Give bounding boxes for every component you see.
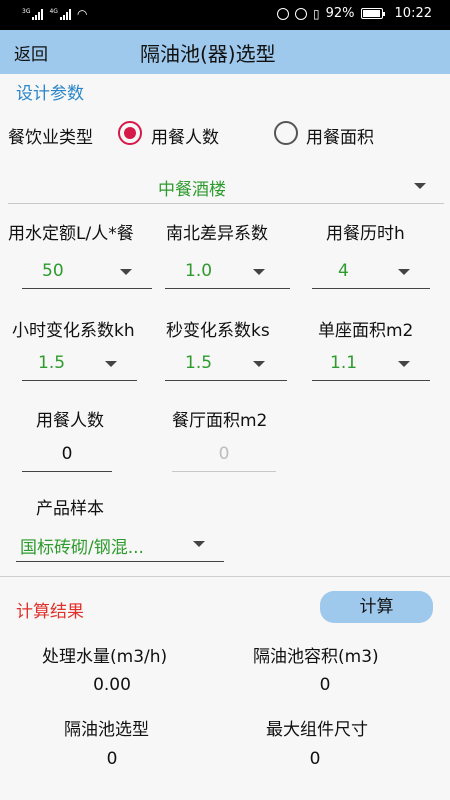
- signal-3g-icon: 3G: [22, 8, 44, 20]
- section-divider: [0, 576, 450, 577]
- restaurant-type-select[interactable]: 中餐酒楼: [8, 170, 444, 204]
- model-label: 隔油池选型: [64, 720, 149, 740]
- seat-area-label: 单座面积m2: [318, 321, 414, 341]
- hourly-coeff-select[interactable]: 1.5: [22, 350, 137, 382]
- radio-area[interactable]: [274, 121, 298, 145]
- ns-coeff-label: 南北差异系数: [166, 224, 268, 244]
- dining-hours-label: 用餐历时h: [326, 224, 405, 244]
- design-params-title: 设计参数: [16, 84, 84, 104]
- model-value: 0: [106, 749, 118, 769]
- radio-diners-label[interactable]: 用餐人数: [151, 123, 219, 148]
- flow-value: 0.00: [93, 675, 131, 695]
- hourly-coeff-value: 1.5: [38, 353, 66, 373]
- battery-percent: 92%: [325, 6, 355, 21]
- chevron-down-icon: [253, 361, 265, 367]
- second-coeff-value: 1.5: [185, 353, 213, 373]
- flow-label: 处理水量(m3/h): [42, 647, 168, 667]
- chevron-down-icon: [105, 361, 117, 367]
- chevron-down-icon: [398, 269, 410, 275]
- chevron-down-icon: [193, 541, 205, 547]
- radio-area-label[interactable]: 用餐面积: [306, 123, 374, 148]
- wifi-icon: ◠: [76, 7, 88, 21]
- chevron-down-icon: [253, 269, 265, 275]
- hourly-coeff-label: 小时变化系数kh: [12, 321, 135, 341]
- chevron-down-icon: [120, 269, 132, 275]
- diners-value: 0: [61, 444, 73, 464]
- status-bar: 3G 4G ◠ ▯ 92% 10:22: [0, 0, 450, 30]
- second-coeff-select[interactable]: 1.5: [165, 350, 287, 382]
- data-saver-icon: [277, 7, 290, 20]
- seat-area-select[interactable]: 1.1: [312, 350, 430, 382]
- battery-icon: [360, 8, 385, 19]
- hall-area-value: 0: [218, 444, 230, 464]
- second-coeff-label: 秒变化系数ks: [166, 321, 270, 341]
- max-size-label: 最大组件尺寸: [266, 720, 368, 740]
- page-title: 隔油池(器)选型: [140, 42, 276, 66]
- max-size-value: 0: [309, 749, 321, 769]
- water-quota-label: 用水定额L/人*餐: [8, 224, 134, 244]
- chevron-down-icon: [398, 361, 410, 367]
- hall-area-label: 餐厅面积m2: [172, 411, 268, 431]
- back-button[interactable]: 返回: [14, 40, 48, 65]
- water-quota-select[interactable]: 50: [22, 258, 152, 290]
- ns-coeff-select[interactable]: 1.0: [165, 258, 290, 290]
- dining-hours-value: 4: [338, 261, 349, 281]
- diners-input[interactable]: 0: [22, 440, 112, 472]
- product-select[interactable]: 国标砖砌/钢混...: [16, 528, 224, 562]
- hall-area-input: 0: [172, 440, 276, 472]
- product-value: 国标砖砌/钢混...: [20, 538, 144, 558]
- seat-area-value: 1.1: [330, 353, 358, 373]
- alarm-icon: [295, 7, 308, 20]
- product-label: 产品样本: [36, 499, 104, 519]
- signal-4g-icon: 4G: [49, 8, 71, 20]
- dining-hours-select[interactable]: 4: [312, 258, 430, 290]
- catering-type-label: 餐饮业类型: [8, 128, 93, 148]
- vibrate-icon: ▯: [313, 6, 320, 21]
- restaurant-type-value: 中餐酒楼: [158, 180, 226, 200]
- results-title: 计算结果: [16, 602, 84, 622]
- water-quota-value: 50: [42, 261, 64, 281]
- diners-label: 用餐人数: [36, 411, 104, 431]
- calculate-button[interactable]: 计算: [320, 591, 433, 623]
- app-bar: 返回 隔油池(器)选型: [0, 30, 450, 74]
- volume-value: 0: [319, 675, 331, 695]
- ns-coeff-value: 1.0: [185, 261, 213, 281]
- volume-label: 隔油池容积(m3): [253, 647, 379, 667]
- radio-diners[interactable]: [118, 121, 142, 145]
- clock: 10:22: [394, 6, 432, 21]
- chevron-down-icon: [414, 183, 426, 189]
